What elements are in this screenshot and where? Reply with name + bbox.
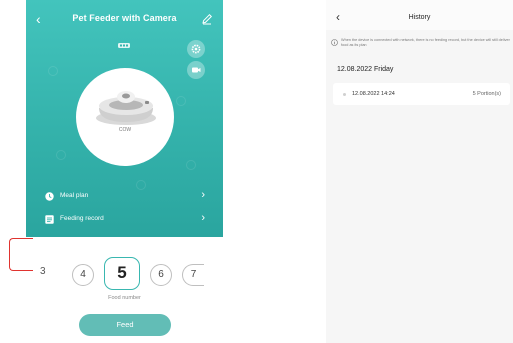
record-portion: 5 Portion(s): [472, 91, 501, 97]
paw-pattern-dot: [176, 96, 186, 106]
feeder-topbar: ‹ Pet Feeder with Camera: [26, 10, 223, 28]
history-screen: ‹ History When the device is connected w…: [326, 0, 513, 343]
feeding-record-row[interactable]: Feeding record ›: [26, 209, 223, 231]
picker-selected-option[interactable]: 5: [104, 257, 140, 290]
pencil-icon[interactable]: [200, 12, 214, 26]
info-icon: [331, 39, 338, 46]
picker-option[interactable]: 6: [150, 264, 172, 286]
meal-plan-label: Meal plan: [60, 192, 89, 199]
picker-option[interactable]: 3: [40, 266, 46, 277]
page-title: Pet Feeder with Camera: [72, 13, 177, 23]
chevron-right-icon: ›: [201, 189, 205, 201]
camera-icon: [192, 67, 201, 73]
wifi-icon: [118, 43, 130, 48]
list-item[interactable]: 12.08.2022 14:24 5 Portion(s): [333, 83, 510, 105]
history-header: ‹ History: [326, 0, 513, 30]
device-name-label: COW: [118, 127, 132, 133]
food-number-label: Food number: [108, 295, 141, 301]
date-heading: 12.08.2022 Friday: [337, 66, 394, 73]
clock-icon: [45, 192, 54, 201]
bullet-dot: [343, 93, 346, 96]
picker-option[interactable]: 4: [72, 264, 94, 286]
feeder-screen: ‹ Pet Feeder with Camera COW Meal plan ›…: [26, 0, 223, 343]
gear-icon: [191, 44, 201, 54]
picker-option[interactable]: 7: [182, 264, 204, 286]
feed-button[interactable]: Feed: [79, 314, 171, 336]
food-number-picker[interactable]: 3 4 5 6 7: [26, 255, 223, 293]
record-time: 12.08.2022 14:24: [352, 91, 395, 97]
camera-button[interactable]: [187, 61, 205, 79]
paw-pattern-dot: [56, 150, 66, 160]
feeding-record-label: Feeding record: [60, 215, 104, 222]
page-title: History: [408, 14, 431, 21]
paw-pattern-dot: [48, 66, 58, 76]
highlight-marker: [9, 238, 33, 271]
info-notice: When the device is connected with networ…: [331, 38, 510, 52]
list-icon: [45, 215, 54, 224]
notice-text: When the device is connected with networ…: [341, 38, 510, 47]
feeder-device-image: [96, 91, 156, 125]
paw-pattern-dot: [186, 160, 196, 170]
chevron-right-icon: ›: [201, 212, 205, 224]
meal-plan-row[interactable]: Meal plan ›: [26, 186, 223, 208]
settings-button[interactable]: [187, 40, 205, 58]
